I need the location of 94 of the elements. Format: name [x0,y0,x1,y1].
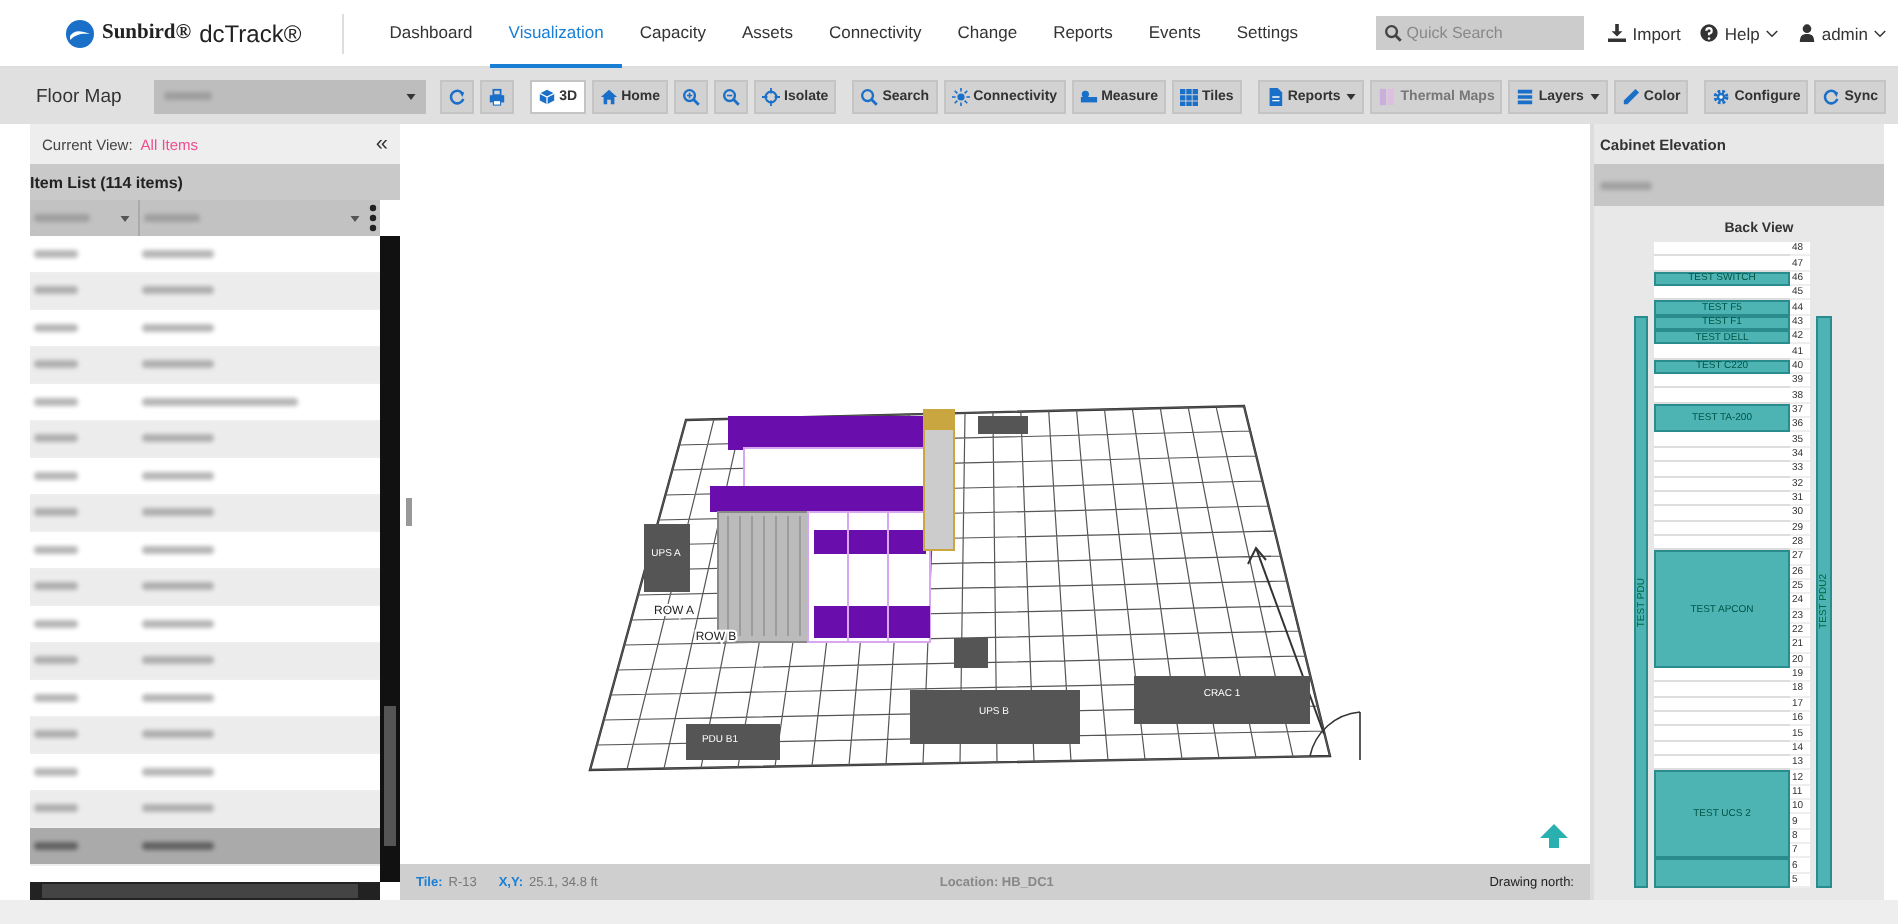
blurred-text [142,434,214,443]
product-name: dcTrack® [199,19,302,47]
caret-icon [1346,93,1357,99]
blurred-text [34,397,78,406]
nav-tab[interactable]: Dashboard [371,0,491,67]
quick-search-field[interactable]: Quick Search [1376,16,1585,50]
blurred-text [34,619,78,628]
blurred-text [34,767,78,776]
blurred-text [142,545,214,554]
grid-icon [1179,87,1198,105]
caret-icon [1589,93,1600,99]
help-menu-button[interactable]: Help [1700,23,1778,43]
nav-tab[interactable]: Events [1130,0,1219,67]
nav-tab[interactable]: Settings [1218,0,1317,67]
blurred-text [142,656,214,665]
print-button[interactable] [479,79,514,113]
help-icon [1700,24,1719,42]
blurred-text [142,693,214,702]
search-icon [860,87,879,105]
splitter-handle[interactable] [406,498,412,526]
blurred-text [142,323,214,332]
zoom-in-icon [682,87,701,105]
blurred-text [34,545,78,554]
door-swing [1309,711,1361,761]
blurred-text [142,730,214,739]
layers-icon [1516,87,1535,105]
blurred-text [34,693,78,702]
logo-icon [66,19,94,47]
blurred-text [142,767,214,776]
list-row[interactable] [30,828,380,865]
blurred-text [34,471,78,480]
import-icon [1608,24,1627,42]
vertical-scrollbar[interactable] [380,236,400,882]
nav-tab[interactable]: Reports [1035,0,1131,67]
blurred-text [34,582,78,591]
nav-tab[interactable]: Capacity [621,0,724,67]
sun-icon [951,87,970,105]
blurred-text [142,249,214,258]
blurred-text [34,730,78,739]
pencil-icon [1621,87,1640,105]
blurred-text [34,323,78,332]
blurred-text [34,434,78,443]
device-block[interactable] [1654,858,1790,889]
equipment-block[interactable] [686,724,780,760]
sync-icon [1822,87,1841,105]
blurred-text [142,582,214,591]
blurred-text [34,841,78,850]
up-arrow-icon[interactable] [1540,824,1568,848]
collapse-button[interactable]: « [375,132,388,156]
search-icon [1384,24,1403,42]
blurred-text [142,508,214,517]
blurred-text [34,804,78,813]
refresh-button[interactable] [439,79,474,113]
blurred-text [142,471,214,480]
zoom-out-icon [722,87,741,105]
import-menu-button[interactable]: Import [1608,23,1681,43]
cube-icon [537,87,556,105]
user-menu-button[interactable]: admin [1797,23,1886,43]
gear-icon [1712,87,1731,105]
floor-select[interactable] [154,79,426,113]
thermal-icon [1378,87,1397,105]
blurred-text [34,360,78,369]
blurred-text [142,804,214,813]
caret-icon [120,215,130,221]
zoom-out-button[interactable] [714,79,749,113]
blurred-text [34,656,78,665]
refresh-icon [447,87,466,105]
print-icon [487,87,506,105]
blurred-text [142,286,214,295]
target-icon [762,87,781,105]
zoom-in-button[interactable] [674,79,709,113]
blurred-text [34,249,78,258]
nav-tab[interactable]: Change [939,0,1036,67]
caret-icon [405,93,416,99]
toolbar-title: Floor Map [36,85,124,107]
brand-name: Sunbird® [102,22,192,44]
blurred-text [34,508,78,517]
nav-tab[interactable]: Connectivity [810,0,940,67]
nav-tab[interactable]: Assets [723,0,811,67]
blurred-text [142,619,214,628]
item-list-title: Item List (114 items) [30,164,400,200]
horizontal-scrollbar[interactable] [30,882,380,900]
chevron-icon [1765,29,1778,37]
ruler-icon [1079,87,1098,105]
blurred-text [34,286,78,295]
home-icon [599,87,618,105]
caret-icon [350,215,360,221]
chevron-icon [1874,29,1886,37]
user-icon [1797,24,1816,42]
document-icon [1265,87,1284,105]
blurred-text [142,360,214,369]
equipment-block[interactable] [644,524,690,592]
column-menu-icon[interactable] [368,204,378,232]
blurred-text [142,841,214,850]
